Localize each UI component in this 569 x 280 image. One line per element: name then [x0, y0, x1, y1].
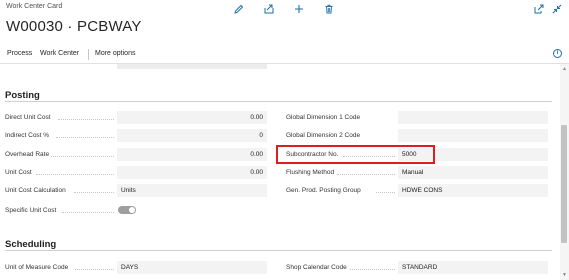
add-icon[interactable]: [293, 3, 305, 15]
specific-unit-cost-toggle[interactable]: [118, 206, 136, 214]
info-icon[interactable]: i: [553, 49, 562, 58]
flushing-method-label: Flushing Method: [286, 169, 335, 176]
action-separator: [88, 49, 89, 60]
page-title: W00030 · PCBWAY: [6, 18, 142, 35]
direct-unit-cost-field[interactable]: 0.00: [117, 111, 267, 124]
more-options-action[interactable]: More options: [95, 50, 135, 57]
scroll-up-icon[interactable]: ▲: [561, 66, 568, 72]
collapse-icon[interactable]: [551, 3, 563, 15]
open-new-window-icon[interactable]: [533, 3, 545, 15]
posting-section-header[interactable]: Posting: [5, 90, 40, 101]
indirect-cost-field[interactable]: 0: [117, 129, 267, 142]
page-header: Work Center Card W00030 · PCBWAY: [0, 0, 569, 45]
subcontractor-highlight: [276, 145, 435, 164]
edit-icon[interactable]: [233, 3, 245, 15]
unit-cost-label: Unit Cost: [5, 169, 32, 176]
global-dimension-2-field[interactable]: [398, 129, 548, 142]
overhead-rate-label: Overhead Rate: [5, 151, 50, 158]
process-action[interactable]: Process: [7, 50, 32, 57]
flushing-method-field[interactable]: Manual: [398, 166, 548, 179]
posting-section-divider: [5, 101, 552, 102]
global-dimension-2-label: Global Dimension 2 Code: [286, 132, 361, 139]
overhead-rate-field[interactable]: 0.00: [117, 148, 267, 161]
direct-unit-cost-label: Direct Unit Cost: [5, 114, 51, 121]
share-icon[interactable]: [263, 3, 275, 15]
shop-calendar-code-field[interactable]: STANDARD: [398, 261, 548, 274]
scheduling-section-divider: [5, 250, 552, 251]
delete-icon[interactable]: [323, 3, 335, 15]
dot-leader: [36, 174, 114, 175]
gen-prod-posting-group-field[interactable]: HDWE CONS: [398, 184, 548, 197]
dot-leader: [376, 192, 395, 193]
unit-cost-calculation-field[interactable]: Units: [117, 184, 267, 197]
indirect-cost-label: Indirect Cost %: [5, 132, 50, 139]
gen-prod-posting-group-label: Gen. Prod. Posting Group: [286, 187, 361, 194]
collapsed-field-remnant: [117, 64, 267, 69]
unit-of-measure-code-label: Unit of Measure Code: [5, 264, 69, 271]
specific-unit-cost-label: Specific Unit Cost: [5, 207, 57, 214]
shop-calendar-code-label: Shop Calendar Code: [286, 264, 347, 271]
unit-cost-calculation-label: Unit Cost Calculation: [5, 187, 66, 194]
unit-of-measure-code-field[interactable]: DAYS: [117, 261, 267, 274]
dot-leader: [337, 174, 395, 175]
scroll-down-icon[interactable]: ▼: [561, 272, 568, 278]
card-type-label: Work Center Card: [6, 3, 63, 10]
dot-leader: [350, 269, 395, 270]
global-dimension-1-label: Global Dimension 1 Code: [286, 114, 361, 121]
dot-leader: [51, 156, 114, 157]
scrollbar-thumb[interactable]: [561, 125, 567, 243]
dot-leader: [58, 119, 114, 120]
work-center-action[interactable]: Work Center: [40, 50, 79, 57]
dot-leader: [56, 137, 114, 138]
global-dimension-1-field[interactable]: [398, 111, 548, 124]
dot-leader: [74, 192, 114, 193]
dot-leader: [75, 269, 114, 270]
dot-leader: [62, 212, 114, 213]
unit-cost-field[interactable]: 0.00: [117, 166, 267, 179]
action-bar: Process Work Center More options i: [0, 45, 569, 64]
scheduling-section-header[interactable]: Scheduling: [5, 239, 56, 250]
